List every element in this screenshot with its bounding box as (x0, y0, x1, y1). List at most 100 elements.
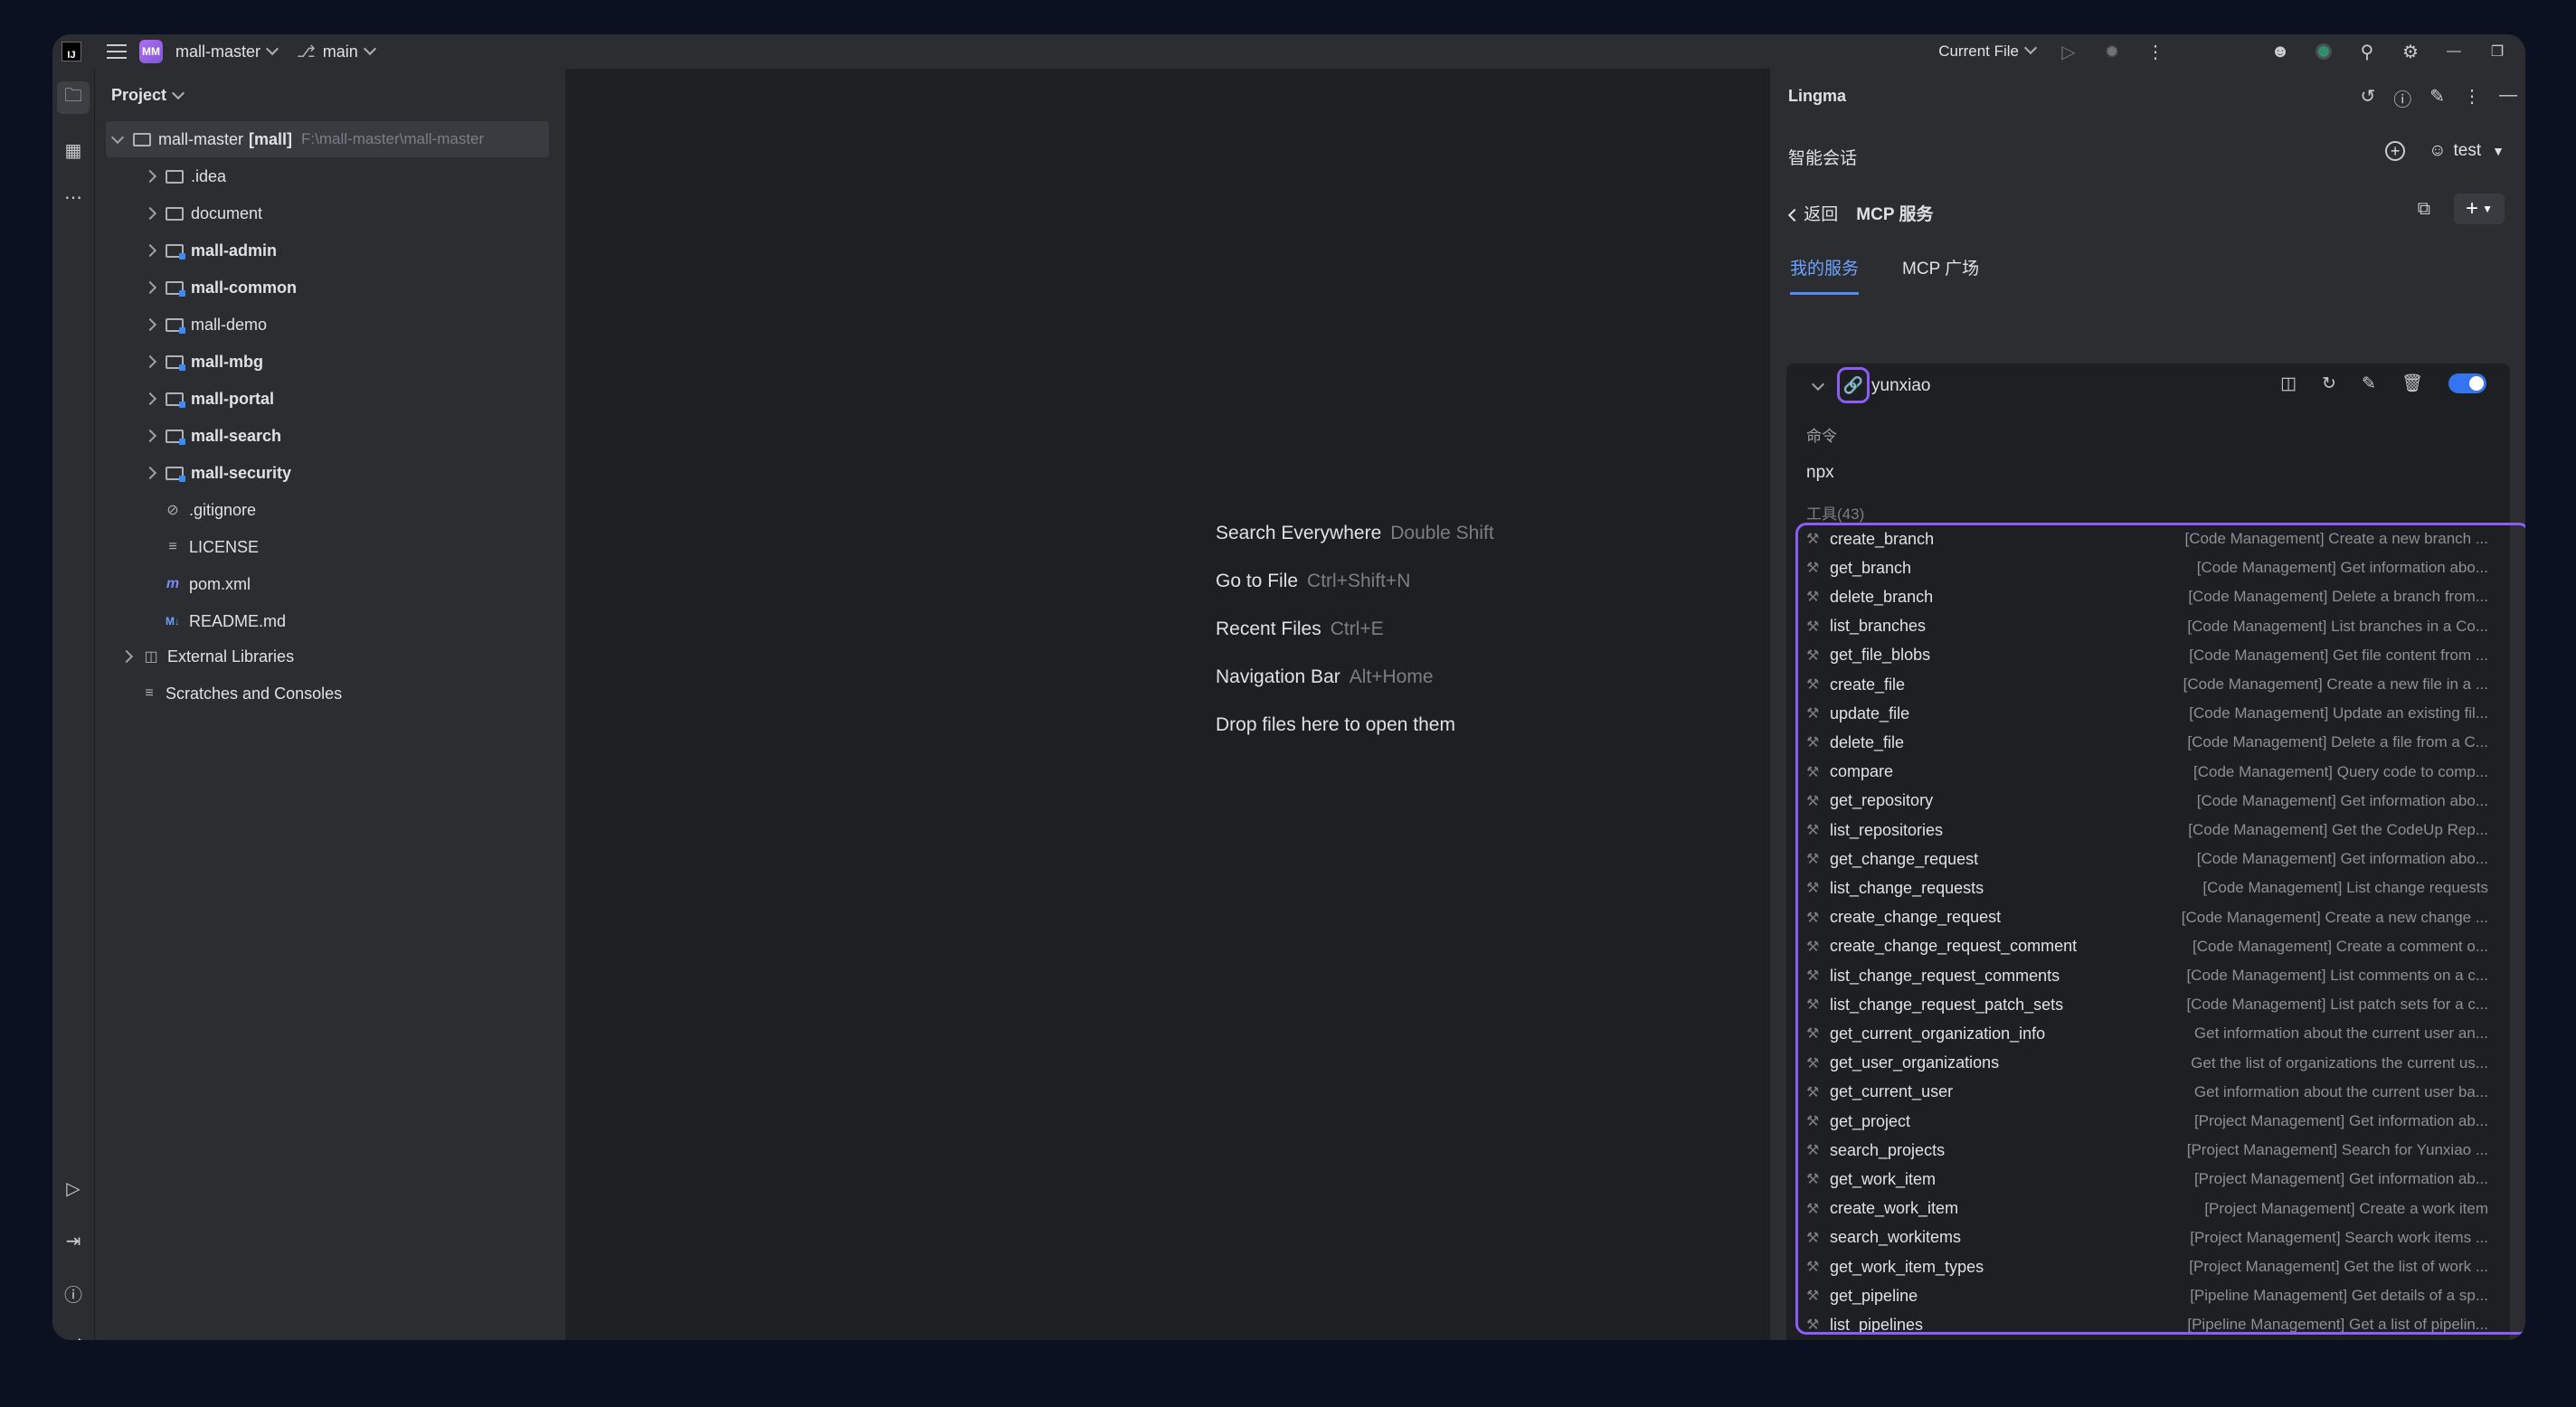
user-icon: ☺ (2429, 141, 2447, 160)
open-folder-icon[interactable]: ◫ (2280, 373, 2297, 394)
project-panel: Project mall-master [mall] F:\mall-maste… (95, 69, 566, 1340)
project-panel-header[interactable]: Project (95, 69, 565, 121)
lingma-panel: Lingma ↺ ⓘ ✎ ⋮ — 智能会话 + ☺ test ▼ 返回 MCP 服务… (1769, 69, 2525, 1340)
expand-arrow-icon[interactable] (110, 130, 125, 145)
tab-mcp-square[interactable]: MCP 广场 (1902, 255, 1979, 295)
chevron-down-icon (363, 42, 376, 55)
import-config-icon[interactable]: ⧉ (2418, 199, 2430, 220)
run-config-label: Current File (1938, 42, 2019, 60)
add-server-button[interactable]: + ▼ (2454, 194, 2505, 224)
help-icon[interactable]: ⓘ (2393, 85, 2411, 111)
module-folder-icon (166, 354, 185, 371)
git-icon[interactable]: ⎇ (57, 1329, 90, 1341)
expand-arrow-icon[interactable] (143, 206, 157, 221)
tree-item[interactable]: ≡ LICENSE (95, 529, 565, 565)
project-badge[interactable]: MM (139, 40, 163, 63)
root-name: mall-master (158, 129, 244, 148)
terminal-icon[interactable]: ⇥ (57, 1224, 90, 1257)
expand-arrow-icon[interactable] (143, 429, 157, 443)
expand-arrow-icon[interactable] (119, 649, 134, 664)
markdown-file-icon: M↓ (166, 615, 180, 628)
edit-icon[interactable]: ✎ (2429, 85, 2445, 111)
main-menu-icon[interactable] (107, 44, 127, 59)
more-tools-icon[interactable]: ⋯ (57, 181, 90, 213)
tree-item-label: mall-mbg (191, 352, 264, 371)
expand-arrow-icon[interactable] (143, 280, 157, 295)
tree-item-label: mall-portal (191, 389, 275, 408)
new-session-icon[interactable]: + (2385, 141, 2406, 161)
folder-icon (133, 132, 151, 146)
tree-item[interactable]: mall-admin (95, 232, 565, 269)
project-folder-icon[interactable]: 🗀 (57, 81, 90, 114)
tree-item[interactable]: mall-common (95, 269, 565, 306)
tree-item-label: mall-common (191, 278, 298, 297)
hide-panel-icon[interactable]: — (2499, 85, 2517, 111)
run-config-selector[interactable]: Current File (1938, 41, 2038, 61)
tree-item[interactable]: mall-demo (95, 307, 565, 343)
history-icon[interactable]: ↺ (2360, 85, 2375, 111)
tree-item[interactable]: mall-portal (95, 381, 565, 417)
tree-item[interactable]: m pom.xml (95, 566, 565, 602)
project-switcher[interactable]: mall-master (175, 42, 279, 61)
tree-scratches[interactable]: ≡ Scratches and Consoles (95, 675, 565, 712)
tree-item[interactable]: M↓ README.md (95, 603, 565, 639)
editor-area[interactable] (566, 69, 1769, 1340)
problems-icon[interactable]: ⓘ (57, 1277, 90, 1309)
add-user-icon[interactable]: ☻ (2270, 42, 2290, 61)
back-button[interactable]: 返回 (1787, 201, 1838, 225)
minimize-icon[interactable]: — (2444, 42, 2464, 61)
tree-item[interactable]: .idea (95, 158, 565, 194)
chevron-down-icon (171, 86, 185, 100)
hint-action: Search Everywhere (1216, 523, 1382, 543)
run-icon[interactable]: ▷ (2059, 42, 2079, 62)
caret-down-icon: ▼ (2492, 144, 2505, 158)
editor-hint: Navigation Bar Alt+Home (1216, 666, 1434, 688)
tree-item[interactable]: mall-security (95, 455, 565, 491)
more-actions-icon[interactable]: ⋮ (2145, 42, 2165, 62)
search-icon[interactable]: ⚲ (2357, 42, 2377, 62)
user-name: test (2453, 141, 2482, 160)
restore-icon[interactable]: ❐ (2487, 42, 2507, 61)
root-path: F:\mall-master\mall-master (301, 130, 485, 147)
tree-item[interactable]: mall-mbg (95, 344, 565, 380)
editor-hint: Recent Files Ctrl+E (1216, 619, 1384, 640)
ai-assistant-icon[interactable] (2314, 42, 2334, 61)
lingma-title: Lingma (1788, 87, 1847, 105)
tree-item-label: pom.xml (189, 574, 251, 593)
expand-arrow-icon[interactable] (143, 354, 157, 369)
tree-item[interactable]: mall-search (95, 418, 565, 454)
scratches-icon: ≡ (145, 685, 154, 701)
tree-external-libraries[interactable]: ◫ External Libraries (95, 638, 565, 675)
expand-arrow-icon[interactable] (143, 317, 157, 332)
edit-server-icon[interactable]: ✎ (2362, 373, 2376, 394)
settings-gear-icon[interactable]: ⚙ (2401, 42, 2420, 62)
user-selector[interactable]: ☺ test ▼ (2429, 141, 2505, 161)
tree-item[interactable]: document (95, 195, 565, 231)
tree-item[interactable]: ⊘ .gitignore (95, 492, 565, 528)
chevron-down-icon (2023, 41, 2038, 55)
branch-switcher[interactable]: ⎇ main (297, 42, 376, 61)
collapse-arrow-icon[interactable] (1811, 377, 1825, 392)
server-card: 🔗 yunxiao ◫ ↻ ✎ 🗑 命令 npx 工具(43) ⚒ create_… (1786, 364, 2525, 1340)
services-icon[interactable]: ▷ (57, 1172, 90, 1204)
text-file-icon: ≡ (168, 539, 177, 554)
delete-icon[interactable]: 🗑 (2401, 373, 2423, 394)
git-branch-icon: ⎇ (297, 42, 316, 61)
root-module: [mall] (249, 129, 293, 148)
expand-arrow-icon[interactable] (143, 392, 157, 406)
refresh-icon[interactable]: ↻ (2322, 373, 2336, 394)
expand-arrow-icon[interactable] (143, 466, 157, 480)
debug-icon[interactable]: ✹ (2102, 42, 2122, 62)
expand-arrow-icon[interactable] (143, 243, 157, 258)
tree-root[interactable]: mall-master [mall] F:\mall-master\mall-m… (106, 121, 549, 157)
expand-arrow-icon[interactable] (143, 169, 157, 184)
server-enable-toggle[interactable] (2448, 373, 2486, 393)
ide-window: IJ MM mall-master ⎇ main Current File ▷ ✹… (52, 34, 2525, 1340)
branch-name: main (322, 42, 358, 61)
tree-item-label: .gitignore (189, 500, 257, 519)
session-mode-label[interactable]: 智能会话 (1788, 145, 1857, 169)
tab-my-services[interactable]: 我的服务 (1790, 255, 1860, 295)
editor-hint: Search Everywhere Double Shift (1216, 523, 1494, 544)
structure-icon[interactable]: ▦ (57, 134, 90, 166)
more-options-icon[interactable]: ⋮ (2463, 85, 2481, 111)
